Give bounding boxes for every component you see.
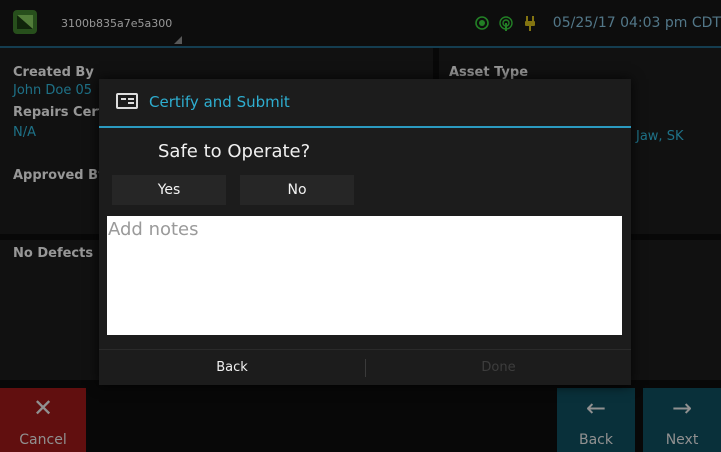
notes-placeholder: Add notes bbox=[108, 219, 199, 240]
certify-dialog: Certify and Submit Safe to Operate? Yes … bbox=[99, 79, 631, 385]
dialog-title: Certify and Submit bbox=[149, 93, 290, 111]
notes-input[interactable]: Add notes bbox=[107, 216, 622, 335]
dialog-footer: Back Done bbox=[99, 349, 631, 386]
dialog-done-button[interactable]: Done bbox=[366, 350, 631, 386]
dialog-header: Certify and Submit bbox=[99, 79, 631, 128]
document-icon bbox=[116, 93, 138, 109]
no-button[interactable]: No bbox=[240, 175, 354, 205]
yes-button[interactable]: Yes bbox=[112, 175, 226, 205]
dialog-back-button[interactable]: Back bbox=[99, 350, 365, 386]
safe-to-operate-question: Safe to Operate? bbox=[158, 141, 311, 162]
